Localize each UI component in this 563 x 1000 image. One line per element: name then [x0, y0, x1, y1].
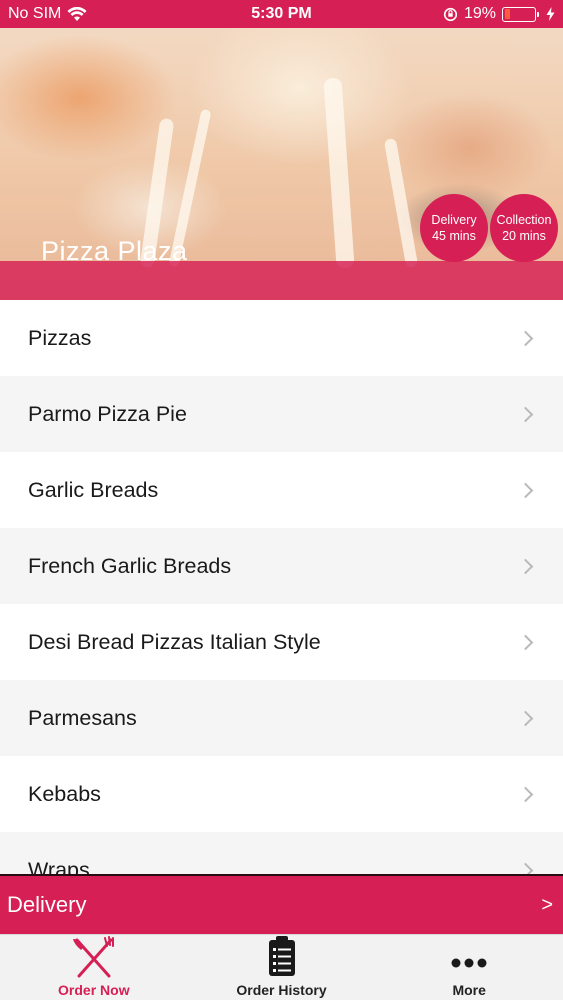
- tab-label: More: [452, 982, 486, 998]
- order-mode-arrow: >: [541, 893, 553, 916]
- menu-item-label: Parmo Pizza Pie: [28, 401, 187, 426]
- menu-item-french-garlic-breads[interactable]: French Garlic Breads: [0, 528, 563, 604]
- battery-percent: 19%: [463, 5, 496, 22]
- store-name: Pizza Plaza: [41, 236, 188, 266]
- menu-item-parmo-pizza-pie[interactable]: Parmo Pizza Pie: [0, 376, 563, 452]
- tab-order-now[interactable]: Order Now: [0, 935, 188, 1000]
- order-mode-label: Delivery: [7, 892, 87, 917]
- battery-icon: [502, 6, 539, 22]
- status-bar: No SIM 5:30 PM 19%: [0, 0, 563, 28]
- menu-item-label: Kebabs: [28, 781, 101, 806]
- menu-category-list[interactable]: Pizzas Parmo Pizza Pie Garlic Breads Fre…: [0, 300, 563, 874]
- wifi-icon: [67, 6, 87, 21]
- tab-label: Order Now: [58, 982, 130, 998]
- chevron-right-icon: [517, 406, 534, 422]
- delivery-time-badge: Delivery 45 mins: [420, 194, 488, 262]
- collection-badge-time: 20 mins: [502, 229, 546, 243]
- bottom-tab-bar: Order Now Order History More: [0, 934, 563, 1000]
- battery-level: [504, 9, 510, 19]
- more-dots-icon: [451, 958, 487, 968]
- charging-bolt-icon: [546, 7, 555, 21]
- cheese-strand: [323, 77, 355, 269]
- menu-item-pizzas[interactable]: Pizzas: [0, 300, 563, 376]
- chevron-right-icon: [517, 634, 534, 650]
- order-mode-bar[interactable]: Delivery >: [0, 874, 563, 934]
- cheese-strand: [383, 137, 419, 269]
- menu-item-label: Parmesans: [28, 705, 137, 730]
- delivery-badge-label: Delivery: [431, 213, 477, 227]
- tab-more[interactable]: More: [375, 935, 563, 1000]
- collection-badge-label: Collection: [496, 213, 552, 227]
- chevron-right-icon: [517, 786, 534, 802]
- clipboard-list-icon: [268, 936, 295, 976]
- delivery-badge-time: 45 mins: [432, 229, 476, 243]
- status-left: No SIM: [8, 5, 87, 23]
- menu-item-parmesans[interactable]: Parmesans: [0, 680, 563, 756]
- orientation-lock-icon: [443, 7, 458, 21]
- menu-item-label: Garlic Breads: [28, 477, 159, 502]
- chevron-right-icon: [517, 558, 534, 574]
- chevron-right-icon: [517, 710, 534, 726]
- collection-time-badge: Collection 20 mins: [490, 194, 558, 262]
- menu-item-label: Wraps: [28, 857, 90, 875]
- chevron-right-icon: [517, 482, 534, 498]
- carrier-label: No SIM: [8, 5, 62, 22]
- status-right: 19%: [443, 5, 555, 23]
- tab-label: Order History: [236, 982, 327, 998]
- menu-item-label: French Garlic Breads: [28, 553, 232, 578]
- tab-order-history[interactable]: Order History: [188, 935, 376, 1000]
- menu-item-kebabs[interactable]: Kebabs: [0, 756, 563, 832]
- menu-item-wraps[interactable]: Wraps: [0, 832, 563, 874]
- chevron-right-icon: [517, 862, 534, 874]
- chevron-right-icon: [517, 330, 534, 346]
- menu-item-label: Pizzas: [28, 325, 92, 350]
- fork-knife-icon: [72, 936, 114, 978]
- menu-item-label: Desi Bread Pizzas Italian Style: [28, 629, 321, 654]
- menu-item-desi-bread-pizzas[interactable]: Desi Bread Pizzas Italian Style: [0, 604, 563, 680]
- menu-item-garlic-breads[interactable]: Garlic Breads: [0, 452, 563, 528]
